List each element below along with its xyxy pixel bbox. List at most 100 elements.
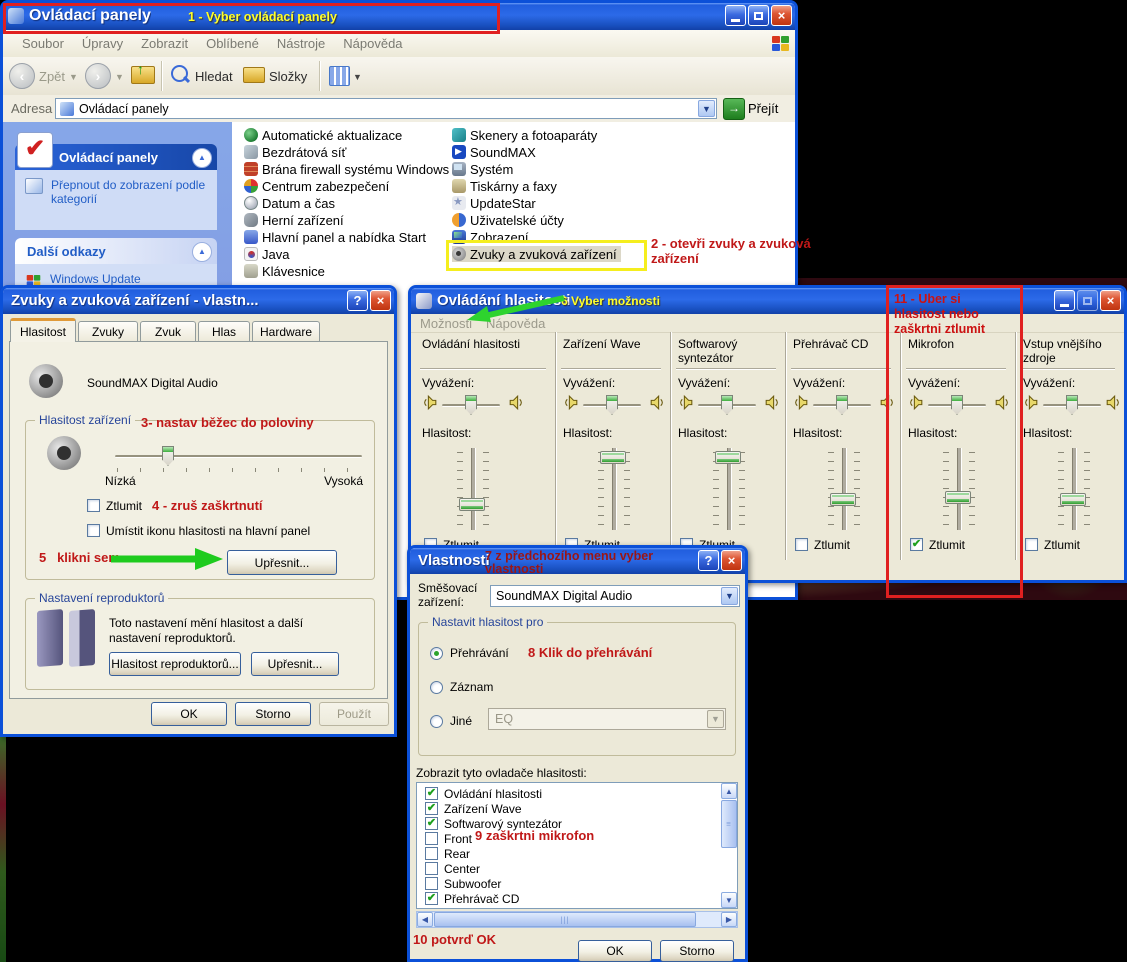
menu-oblibene[interactable]: Oblíbené: [197, 36, 268, 51]
back-dropdown-icon[interactable]: ▼: [69, 72, 78, 82]
scroll-right-icon[interactable]: ▶: [721, 912, 737, 927]
go-button-label[interactable]: Přejít: [748, 101, 778, 116]
maximize-button[interactable]: [1077, 290, 1098, 311]
device-volume-slider[interactable]: [115, 446, 362, 468]
views-icon[interactable]: [329, 66, 350, 86]
mixer-device-select[interactable]: SoundMAX Digital Audio ▼: [490, 585, 740, 607]
menu-nastroje[interactable]: Nástroje: [268, 36, 334, 51]
sound-dialog-titlebar[interactable]: Zvuky a zvuková zařízení - vlastn... ? ×: [3, 288, 394, 314]
cp-item[interactable]: Automatické aktualizace: [244, 127, 402, 143]
cp-item[interactable]: Systém: [452, 161, 513, 177]
close-button[interactable]: ×: [370, 290, 391, 311]
list-item[interactable]: ✔Zařízení Wave: [417, 801, 522, 816]
cp-item[interactable]: Centrum zabezpečení: [244, 178, 389, 194]
tab-zvuky[interactable]: Zvuky: [78, 321, 138, 342]
minimize-button[interactable]: [725, 5, 746, 26]
cp-item[interactable]: Java: [244, 246, 289, 262]
record-radio[interactable]: [430, 681, 443, 694]
control-panel-titlebar[interactable]: Ovládací panely 1 - Vyber ovládací panel…: [3, 3, 795, 30]
folders-icon[interactable]: [243, 67, 265, 83]
tab-hlas[interactable]: Hlas: [198, 321, 250, 342]
maximize-button[interactable]: [748, 5, 769, 26]
tab-zvuk[interactable]: Zvuk: [140, 321, 196, 342]
list-item[interactable]: Front: [417, 831, 472, 846]
volume-controls-list[interactable]: ✔Ovládání hlasitosti ✔Zařízení Wave ✔Sof…: [416, 782, 738, 909]
item-checkbox[interactable]: [425, 847, 438, 860]
collapse-chevron-icon[interactable]: ▲: [192, 148, 212, 168]
cp-item[interactable]: Bezdrátová síť: [244, 144, 346, 160]
help-button[interactable]: ?: [698, 550, 719, 571]
cp-item[interactable]: UpdateStar: [452, 195, 536, 211]
properties-titlebar[interactable]: Vlastnosti 7 z předchozího menu vyber vl…: [410, 548, 745, 574]
go-icon[interactable]: →: [723, 98, 745, 120]
mute-checkbox[interactable]: [795, 538, 808, 551]
scroll-left-icon[interactable]: ◀: [417, 912, 433, 927]
balance-slider[interactable]: [442, 394, 500, 416]
cp-item[interactable]: Uživatelské účty: [452, 212, 564, 228]
volume-slider[interactable]: [598, 448, 630, 530]
balance-slider[interactable]: [583, 394, 641, 416]
mute-checkbox[interactable]: [1025, 538, 1038, 551]
item-checkbox[interactable]: ✔: [425, 802, 438, 815]
item-checkbox[interactable]: ✔: [425, 787, 438, 800]
ok-button[interactable]: OK: [578, 940, 652, 962]
list-item[interactable]: Subwoofer: [417, 876, 501, 891]
views-dropdown-icon[interactable]: ▼: [353, 72, 362, 82]
close-button[interactable]: ×: [1100, 290, 1121, 311]
list-item[interactable]: Center: [417, 861, 480, 876]
cancel-button[interactable]: Storno: [660, 940, 734, 962]
volume-slider[interactable]: [713, 448, 745, 530]
item-checkbox[interactable]: ✔: [425, 817, 438, 830]
collapse-chevron-icon[interactable]: ▲: [192, 242, 212, 262]
volume-slider[interactable]: [457, 448, 489, 530]
folders-button-label[interactable]: Složky: [269, 69, 307, 84]
tab-hardware[interactable]: Hardware: [252, 321, 320, 342]
menu-upravy[interactable]: Úpravy: [73, 36, 132, 51]
cp-item[interactable]: SoundMAX: [452, 144, 536, 160]
chevron-down-icon[interactable]: ▼: [721, 587, 738, 605]
back-button-icon[interactable]: ‹: [9, 63, 35, 89]
item-checkbox[interactable]: ✔: [425, 892, 438, 905]
list-item[interactable]: ✔Ovládání hlasitosti: [417, 786, 542, 801]
menu-soubor[interactable]: Soubor: [13, 36, 73, 51]
speaker-volume-button[interactable]: Hlasitost reproduktorů...: [109, 652, 241, 676]
cp-item[interactable]: Skenery a fotoaparáty: [452, 127, 597, 143]
other-radio[interactable]: [430, 715, 443, 728]
search-button-label[interactable]: Hledat: [195, 69, 233, 84]
scroll-down-icon[interactable]: ▼: [721, 892, 737, 908]
volume-slider[interactable]: [1058, 448, 1090, 530]
close-button[interactable]: ×: [721, 550, 742, 571]
cp-item[interactable]: Klávesnice: [244, 263, 325, 279]
cancel-button[interactable]: Storno: [235, 702, 311, 726]
playback-radio[interactable]: [430, 647, 443, 660]
ok-button[interactable]: OK: [151, 702, 227, 726]
minimize-button[interactable]: [1054, 290, 1075, 311]
balance-slider[interactable]: [1043, 394, 1101, 416]
address-dropdown-icon[interactable]: ▼: [698, 100, 715, 117]
balance-slider[interactable]: [813, 394, 871, 416]
apply-button[interactable]: Použít: [319, 702, 389, 726]
menu-zobrazit[interactable]: Zobrazit: [132, 36, 197, 51]
cp-item[interactable]: Hlavní panel a nabídka Start: [244, 229, 426, 245]
cp-item[interactable]: Brána firewall systému Windows: [244, 161, 449, 177]
address-input[interactable]: Ovládací panely ▼: [55, 98, 717, 119]
cp-item[interactable]: Herní zařízení: [244, 212, 344, 228]
close-button[interactable]: ×: [771, 5, 792, 26]
cp-item[interactable]: Datum a čas: [244, 195, 335, 211]
switch-category-view-link[interactable]: Přepnout do zobrazení podle kategorií: [51, 178, 207, 222]
item-checkbox[interactable]: [425, 832, 438, 845]
list-item[interactable]: ✔Přehrávač CD: [417, 891, 519, 906]
scroll-up-icon[interactable]: ▲: [721, 783, 737, 799]
cp-item[interactable]: Tiskárny a faxy: [452, 178, 557, 194]
volume-slider[interactable]: [828, 448, 860, 530]
item-checkbox[interactable]: [425, 877, 438, 890]
forward-dropdown-icon[interactable]: ▼: [115, 72, 124, 82]
balance-slider[interactable]: [698, 394, 756, 416]
list-item[interactable]: Rear: [417, 846, 470, 861]
menu-napoveda[interactable]: Nápověda: [334, 36, 411, 51]
scrollbar-thumb[interactable]: |||: [434, 912, 696, 927]
horizontal-scrollbar[interactable]: ◀ ||| ▶: [416, 911, 738, 928]
advanced-button[interactable]: Upřesnit...: [227, 550, 337, 575]
advanced-speakers-button[interactable]: Upřesnit...: [251, 652, 339, 676]
back-button-label[interactable]: Zpět: [39, 69, 65, 84]
